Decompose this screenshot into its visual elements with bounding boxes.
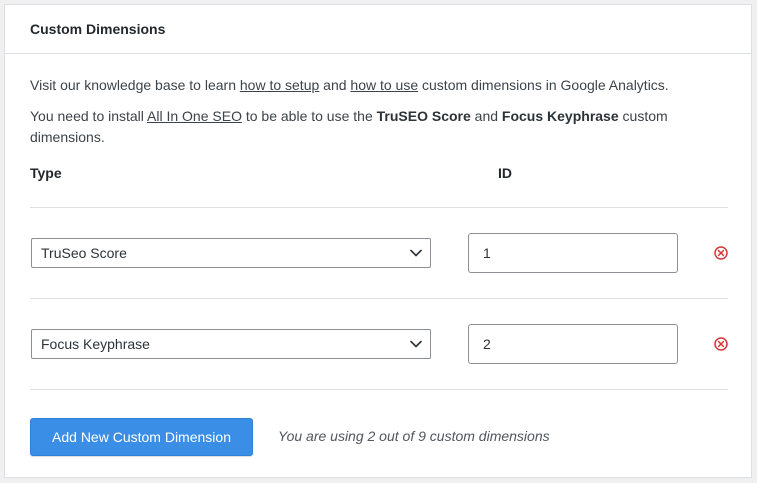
how-to-use-link[interactable]: how to use (350, 77, 418, 93)
all-in-one-seo-link[interactable]: All In One SEO (147, 108, 242, 124)
remove-circle-x-icon[interactable] (714, 337, 728, 351)
panel-header: Custom Dimensions (5, 5, 751, 54)
intro-text: custom dimensions in Google Analytics. (418, 77, 669, 93)
row-divider (30, 389, 728, 390)
column-header-type: Type (30, 165, 62, 181)
intro-text: and (470, 108, 502, 124)
select-value: Focus Keyphrase (41, 336, 150, 352)
how-to-setup-link[interactable]: how to setup (240, 77, 319, 93)
remove-circle-x-icon[interactable] (714, 246, 728, 260)
intro-line-1: Visit our knowledge base to learn how to… (30, 75, 720, 96)
dimension-type-select[interactable]: Focus Keyphrase (31, 329, 431, 359)
add-new-custom-dimension-button[interactable]: Add New Custom Dimension (30, 418, 253, 456)
input-value: 1 (483, 245, 491, 261)
dimension-id-input[interactable]: 2 (468, 324, 678, 364)
input-value: 2 (483, 336, 491, 352)
select-value: TruSeo Score (41, 245, 127, 261)
row-divider (30, 298, 728, 299)
row-divider (30, 207, 728, 208)
focus-keyphrase-emphasis: Focus Keyphrase (501, 108, 619, 124)
custom-dimensions-panel: Custom Dimensions Visit our knowledge ba… (4, 4, 752, 478)
chevron-down-icon (410, 340, 422, 348)
dimension-id-input[interactable]: 1 (468, 233, 678, 273)
intro-text: and (319, 77, 351, 93)
usage-status-text: You are using 2 out of 9 custom dimensio… (278, 428, 550, 444)
chevron-down-icon (410, 249, 422, 257)
intro-line-2: You need to install All In One SEO to be… (30, 106, 720, 148)
panel-title: Custom Dimensions (30, 21, 166, 37)
dimension-type-select[interactable]: TruSeo Score (31, 238, 431, 268)
column-header-id: ID (498, 165, 512, 181)
intro-text: to be able to use the (241, 108, 377, 124)
truseo-score-emphasis: TruSEO Score (376, 108, 471, 124)
intro-text: You need to install (30, 108, 148, 124)
intro-text: Visit our knowledge base to learn (30, 77, 240, 93)
